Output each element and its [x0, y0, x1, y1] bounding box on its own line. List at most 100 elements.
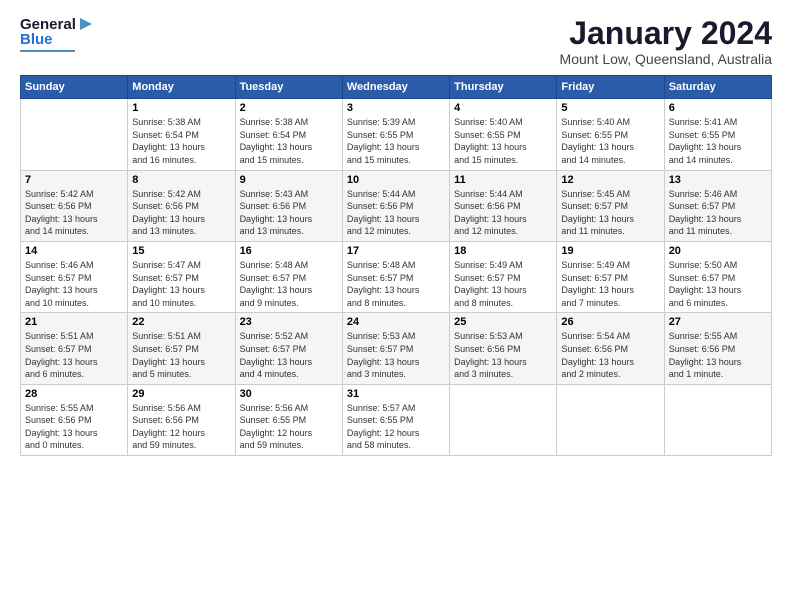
page: General Blue January 2024 Mount Low, Que…	[0, 0, 792, 612]
logo-underline	[20, 50, 75, 52]
day-info: Sunrise: 5:52 AM Sunset: 6:57 PM Dayligh…	[240, 330, 338, 380]
col-friday: Friday	[557, 76, 664, 99]
day-number: 11	[454, 174, 552, 186]
day-info: Sunrise: 5:48 AM Sunset: 6:57 PM Dayligh…	[240, 259, 338, 309]
day-number: 30	[240, 388, 338, 400]
day-number: 9	[240, 174, 338, 186]
day-info: Sunrise: 5:44 AM Sunset: 6:56 PM Dayligh…	[454, 188, 552, 238]
day-number: 26	[561, 316, 659, 328]
day-number: 1	[132, 102, 230, 114]
table-row: 17 Sunrise: 5:48 AM Sunset: 6:57 PM Dayli…	[342, 241, 449, 312]
table-row: 5 Sunrise: 5:40 AM Sunset: 6:55 PM Daylig…	[557, 99, 664, 170]
day-number: 14	[25, 245, 123, 257]
table-row: 23 Sunrise: 5:52 AM Sunset: 6:57 PM Dayli…	[235, 313, 342, 384]
table-row: 27Sunrise: 5:55 AM Sunset: 6:56 PM Dayli…	[664, 313, 771, 384]
logo: General Blue	[20, 16, 94, 52]
day-number: 25	[454, 316, 552, 328]
day-number: 23	[240, 316, 338, 328]
col-sunday: Sunday	[21, 76, 128, 99]
day-number: 12	[561, 174, 659, 186]
day-info: Sunrise: 5:49 AM Sunset: 6:57 PM Dayligh…	[454, 259, 552, 309]
day-number: 5	[561, 102, 659, 114]
day-number: 2	[240, 102, 338, 114]
table-row: 8Sunrise: 5:42 AM Sunset: 6:56 PM Daylig…	[128, 170, 235, 241]
calendar-week-row: 14 Sunrise: 5:46 AM Sunset: 6:57 PM Dayli…	[21, 241, 772, 312]
day-info: Sunrise: 5:47 AM Sunset: 6:57 PM Dayligh…	[132, 259, 230, 309]
day-number: 19	[561, 245, 659, 257]
table-row: 16 Sunrise: 5:48 AM Sunset: 6:57 PM Dayli…	[235, 241, 342, 312]
day-info: Sunrise: 5:51 AM Sunset: 6:57 PM Dayligh…	[132, 330, 230, 380]
day-info: Sunrise: 5:50 AM Sunset: 6:57 PM Dayligh…	[669, 259, 767, 309]
table-row: 18 Sunrise: 5:49 AM Sunset: 6:57 PM Dayli…	[450, 241, 557, 312]
table-row	[557, 384, 664, 455]
day-info: Sunrise: 5:42 AM Sunset: 6:56 PM Dayligh…	[25, 188, 123, 238]
day-info: Sunrise: 5:43 AM Sunset: 6:56 PM Dayligh…	[240, 188, 338, 238]
table-row: 20Sunrise: 5:50 AM Sunset: 6:57 PM Dayli…	[664, 241, 771, 312]
table-row	[450, 384, 557, 455]
calendar-header-row: Sunday Monday Tuesday Wednesday Thursday…	[21, 76, 772, 99]
table-row	[664, 384, 771, 455]
day-number: 21	[25, 316, 123, 328]
day-number: 6	[669, 102, 767, 114]
table-row: 26 Sunrise: 5:54 AM Sunset: 6:56 PM Dayli…	[557, 313, 664, 384]
day-info: Sunrise: 5:39 AM Sunset: 6:55 PM Dayligh…	[347, 116, 445, 166]
col-saturday: Saturday	[664, 76, 771, 99]
title-section: January 2024 Mount Low, Queensland, Aust…	[560, 16, 772, 67]
day-info: Sunrise: 5:51 AM Sunset: 6:57 PM Dayligh…	[25, 330, 123, 380]
logo-blue-text: Blue	[20, 31, 53, 48]
day-info: Sunrise: 5:38 AM Sunset: 6:54 PM Dayligh…	[132, 116, 230, 166]
day-info: Sunrise: 5:55 AM Sunset: 6:56 PM Dayligh…	[25, 402, 123, 452]
day-info: Sunrise: 5:44 AM Sunset: 6:56 PM Dayligh…	[347, 188, 445, 238]
day-number: 29	[132, 388, 230, 400]
calendar-table: Sunday Monday Tuesday Wednesday Thursday…	[20, 75, 772, 456]
day-number: 13	[669, 174, 767, 186]
day-number: 24	[347, 316, 445, 328]
day-info: Sunrise: 5:56 AM Sunset: 6:56 PM Dayligh…	[132, 402, 230, 452]
day-info: Sunrise: 5:46 AM Sunset: 6:57 PM Dayligh…	[25, 259, 123, 309]
table-row: 7 Sunrise: 5:42 AM Sunset: 6:56 PM Daylig…	[21, 170, 128, 241]
table-row: 22 Sunrise: 5:51 AM Sunset: 6:57 PM Dayli…	[128, 313, 235, 384]
day-info: Sunrise: 5:57 AM Sunset: 6:55 PM Dayligh…	[347, 402, 445, 452]
table-row: 30 Sunrise: 5:56 AM Sunset: 6:55 PM Dayli…	[235, 384, 342, 455]
day-number: 7	[25, 174, 123, 186]
day-number: 3	[347, 102, 445, 114]
day-info: Sunrise: 5:54 AM Sunset: 6:56 PM Dayligh…	[561, 330, 659, 380]
table-row	[21, 99, 128, 170]
day-number: 31	[347, 388, 445, 400]
col-monday: Monday	[128, 76, 235, 99]
day-info: Sunrise: 5:48 AM Sunset: 6:57 PM Dayligh…	[347, 259, 445, 309]
calendar-week-row: 28 Sunrise: 5:55 AM Sunset: 6:56 PM Dayli…	[21, 384, 772, 455]
day-info: Sunrise: 5:41 AM Sunset: 6:55 PM Dayligh…	[669, 116, 767, 166]
day-number: 18	[454, 245, 552, 257]
day-number: 10	[347, 174, 445, 186]
col-wednesday: Wednesday	[342, 76, 449, 99]
calendar-week-row: 7 Sunrise: 5:42 AM Sunset: 6:56 PM Daylig…	[21, 170, 772, 241]
day-info: Sunrise: 5:46 AM Sunset: 6:57 PM Dayligh…	[669, 188, 767, 238]
table-row: 31 Sunrise: 5:57 AM Sunset: 6:55 PM Dayli…	[342, 384, 449, 455]
table-row: 21 Sunrise: 5:51 AM Sunset: 6:57 PM Dayli…	[21, 313, 128, 384]
day-number: 22	[132, 316, 230, 328]
day-info: Sunrise: 5:40 AM Sunset: 6:55 PM Dayligh…	[454, 116, 552, 166]
day-info: Sunrise: 5:53 AM Sunset: 6:57 PM Dayligh…	[347, 330, 445, 380]
table-row: 1 Sunrise: 5:38 AM Sunset: 6:54 PM Daylig…	[128, 99, 235, 170]
table-row: 13 Sunrise: 5:46 AM Sunset: 6:57 PM Dayli…	[664, 170, 771, 241]
day-number: 28	[25, 388, 123, 400]
col-thursday: Thursday	[450, 76, 557, 99]
table-row: 15Sunrise: 5:47 AM Sunset: 6:57 PM Dayli…	[128, 241, 235, 312]
table-row: 28 Sunrise: 5:55 AM Sunset: 6:56 PM Dayli…	[21, 384, 128, 455]
table-row: 14 Sunrise: 5:46 AM Sunset: 6:57 PM Dayli…	[21, 241, 128, 312]
table-row: 2 Sunrise: 5:38 AM Sunset: 6:54 PM Daylig…	[235, 99, 342, 170]
table-row: 19Sunrise: 5:49 AM Sunset: 6:57 PM Dayli…	[557, 241, 664, 312]
day-number: 17	[347, 245, 445, 257]
table-row: 9 Sunrise: 5:43 AM Sunset: 6:56 PM Daylig…	[235, 170, 342, 241]
subtitle: Mount Low, Queensland, Australia	[560, 51, 772, 67]
day-number: 4	[454, 102, 552, 114]
day-info: Sunrise: 5:55 AM Sunset: 6:56 PM Dayligh…	[669, 330, 767, 380]
day-number: 16	[240, 245, 338, 257]
day-info: Sunrise: 5:53 AM Sunset: 6:56 PM Dayligh…	[454, 330, 552, 380]
calendar-week-row: 1 Sunrise: 5:38 AM Sunset: 6:54 PM Daylig…	[21, 99, 772, 170]
day-info: Sunrise: 5:56 AM Sunset: 6:55 PM Dayligh…	[240, 402, 338, 452]
day-info: Sunrise: 5:40 AM Sunset: 6:55 PM Dayligh…	[561, 116, 659, 166]
table-row: 29 Sunrise: 5:56 AM Sunset: 6:56 PM Dayli…	[128, 384, 235, 455]
day-info: Sunrise: 5:38 AM Sunset: 6:54 PM Dayligh…	[240, 116, 338, 166]
